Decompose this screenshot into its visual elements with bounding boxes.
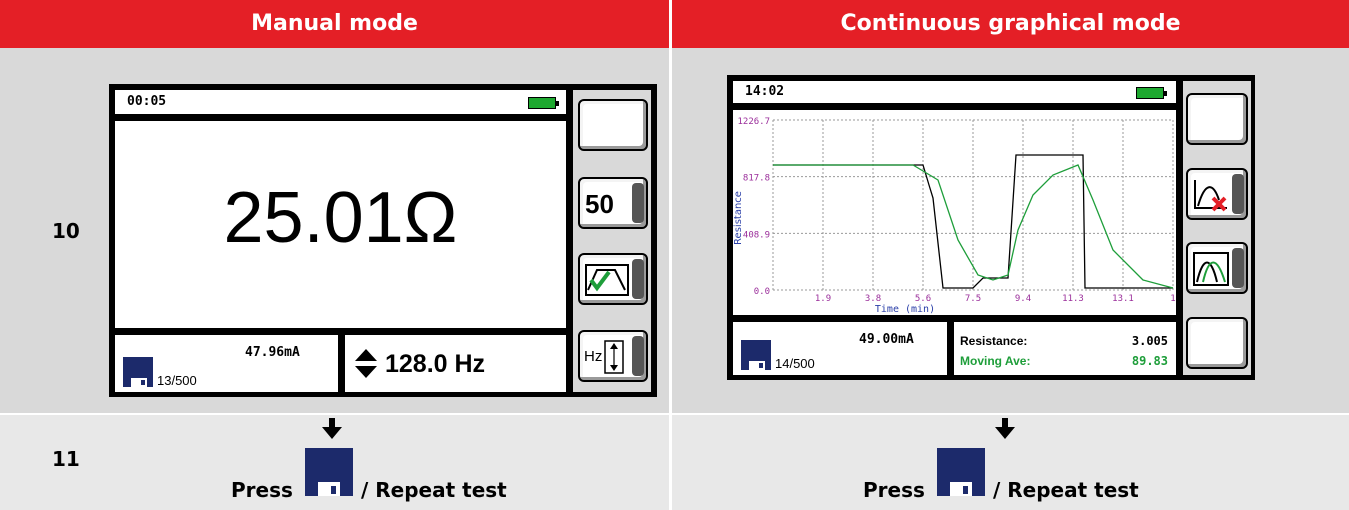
graph-panel: 1226.7 817.8 408.9 0.0 1.9 3.8 5.6 7.5 9.4 11.3 1… xyxy=(731,108,1178,317)
moving-average-value: 89.83 xyxy=(1131,354,1168,368)
softkey-hz-button[interactable]: Hz xyxy=(578,330,648,382)
table-header: Manual mode Continuous graphical mode xyxy=(0,0,1349,48)
softkey-50-label: 50 xyxy=(585,189,614,219)
x-tick-label: 1 xyxy=(1170,294,1175,304)
graphical-save-count: 14/500 xyxy=(775,356,815,371)
down-arrow-icon xyxy=(322,418,342,446)
softkey-filter-50-button[interactable]: 50 xyxy=(578,177,648,229)
y-tick-label: 817.8 xyxy=(743,174,770,184)
softkey-clear-graph-button[interactable] xyxy=(1186,168,1248,220)
press-label: Press xyxy=(231,478,293,502)
softkey-hz-label: Hz xyxy=(584,348,603,365)
graphical-save-panel: 14/500 49.00mA xyxy=(731,320,949,377)
step-number-10: 10 xyxy=(52,219,80,243)
overlay-curves-icon xyxy=(1193,252,1229,286)
softkey-ramp-button[interactable] xyxy=(578,253,648,305)
press-instruction-graphical: Press xyxy=(863,478,925,502)
frequency-value: 128.0 Hz xyxy=(385,350,486,378)
manual-mode-heading: Manual mode xyxy=(251,11,418,36)
x-tick-label: 11.3 xyxy=(1062,294,1084,304)
floppy-disk-icon xyxy=(123,357,153,387)
y-tick-label: 0.0 xyxy=(754,287,770,297)
resistance-value: 3.005 xyxy=(1131,334,1168,348)
column-divider xyxy=(669,48,672,510)
manual-reading-panel: 25.01Ω xyxy=(113,119,568,330)
clear-curve-icon xyxy=(1194,180,1227,212)
softkey-blank-bottom-button[interactable] xyxy=(1186,317,1248,369)
floppy-disk-icon xyxy=(741,340,771,370)
y-axis-label: Resistance xyxy=(733,191,744,245)
graphical-readings-panel: Resistance: 3.005 Moving Ave: 89.83 xyxy=(952,320,1178,377)
x-axis-label: Time (min) xyxy=(875,304,935,315)
graphical-current: 49.00mA xyxy=(859,332,914,347)
graphical-clock: 14:02 xyxy=(745,84,785,99)
graphical-status-bar: 14:02 xyxy=(731,79,1178,105)
press-instruction-manual: Press xyxy=(231,478,293,502)
x-tick-label: 9.4 xyxy=(1015,294,1031,304)
manual-save-count: 13/500 xyxy=(157,373,197,388)
manual-save-panel: 13/500 47.96mA xyxy=(113,333,340,394)
softkey-blank-button[interactable] xyxy=(578,99,648,151)
resistance-time-chart: 1226.7 817.8 408.9 0.0 1.9 3.8 5.6 7.5 9.4 11.3 1… xyxy=(733,117,1176,315)
battery-icon xyxy=(528,97,559,109)
graphical-device-screen: 14:02 1226.7 817.8 408.9 0.0 1.9 3.8 5.6 7.5 9.… xyxy=(727,75,1255,380)
moving-average-label: Moving Ave: xyxy=(960,354,1031,368)
repeat-test-label: / Repeat test xyxy=(361,478,507,502)
step-number-11: 11 xyxy=(52,447,80,471)
graphical-softkey-column xyxy=(1181,79,1253,377)
save-key-icon xyxy=(937,448,985,496)
x-tick-label: 7.5 xyxy=(965,294,981,304)
save-key-icon xyxy=(305,448,353,496)
x-tick-label: 1.9 xyxy=(815,294,831,304)
manual-current: 47.96mA xyxy=(245,345,300,360)
manual-device-screen: 00:05 25.01Ω 13/500 47.96mA 128.0 Hz 50 xyxy=(109,84,657,397)
resistance-label: Resistance: xyxy=(960,334,1028,348)
x-tick-label: 3.8 xyxy=(865,294,881,304)
up-down-arrows-icon xyxy=(355,349,377,378)
frequency-adjust-icon xyxy=(604,340,624,374)
resistance-reading: 25.01Ω xyxy=(223,178,458,258)
y-tick-label: 1226.7 xyxy=(737,117,770,127)
press-label: Press xyxy=(863,478,925,502)
ramp-check-icon xyxy=(585,264,629,296)
x-tick-label: 5.6 xyxy=(915,294,931,304)
softkey-overlay-curves-button[interactable] xyxy=(1186,242,1248,294)
manual-frequency-panel: 128.0 Hz xyxy=(343,333,568,394)
softkey-blank-top-button[interactable] xyxy=(1186,93,1248,145)
manual-status-bar: 00:05 xyxy=(113,88,568,116)
y-tick-label: 408.9 xyxy=(743,230,770,240)
step-11-row xyxy=(0,415,1349,510)
continuous-mode-heading: Continuous graphical mode xyxy=(840,11,1181,36)
battery-icon xyxy=(1136,87,1167,99)
x-tick-label: 13.1 xyxy=(1112,294,1134,304)
down-arrow-icon xyxy=(995,418,1015,446)
manual-softkey-column: 50 Hz xyxy=(571,88,653,394)
repeat-test-label: / Repeat test xyxy=(993,478,1139,502)
manual-clock: 00:05 xyxy=(127,94,167,109)
